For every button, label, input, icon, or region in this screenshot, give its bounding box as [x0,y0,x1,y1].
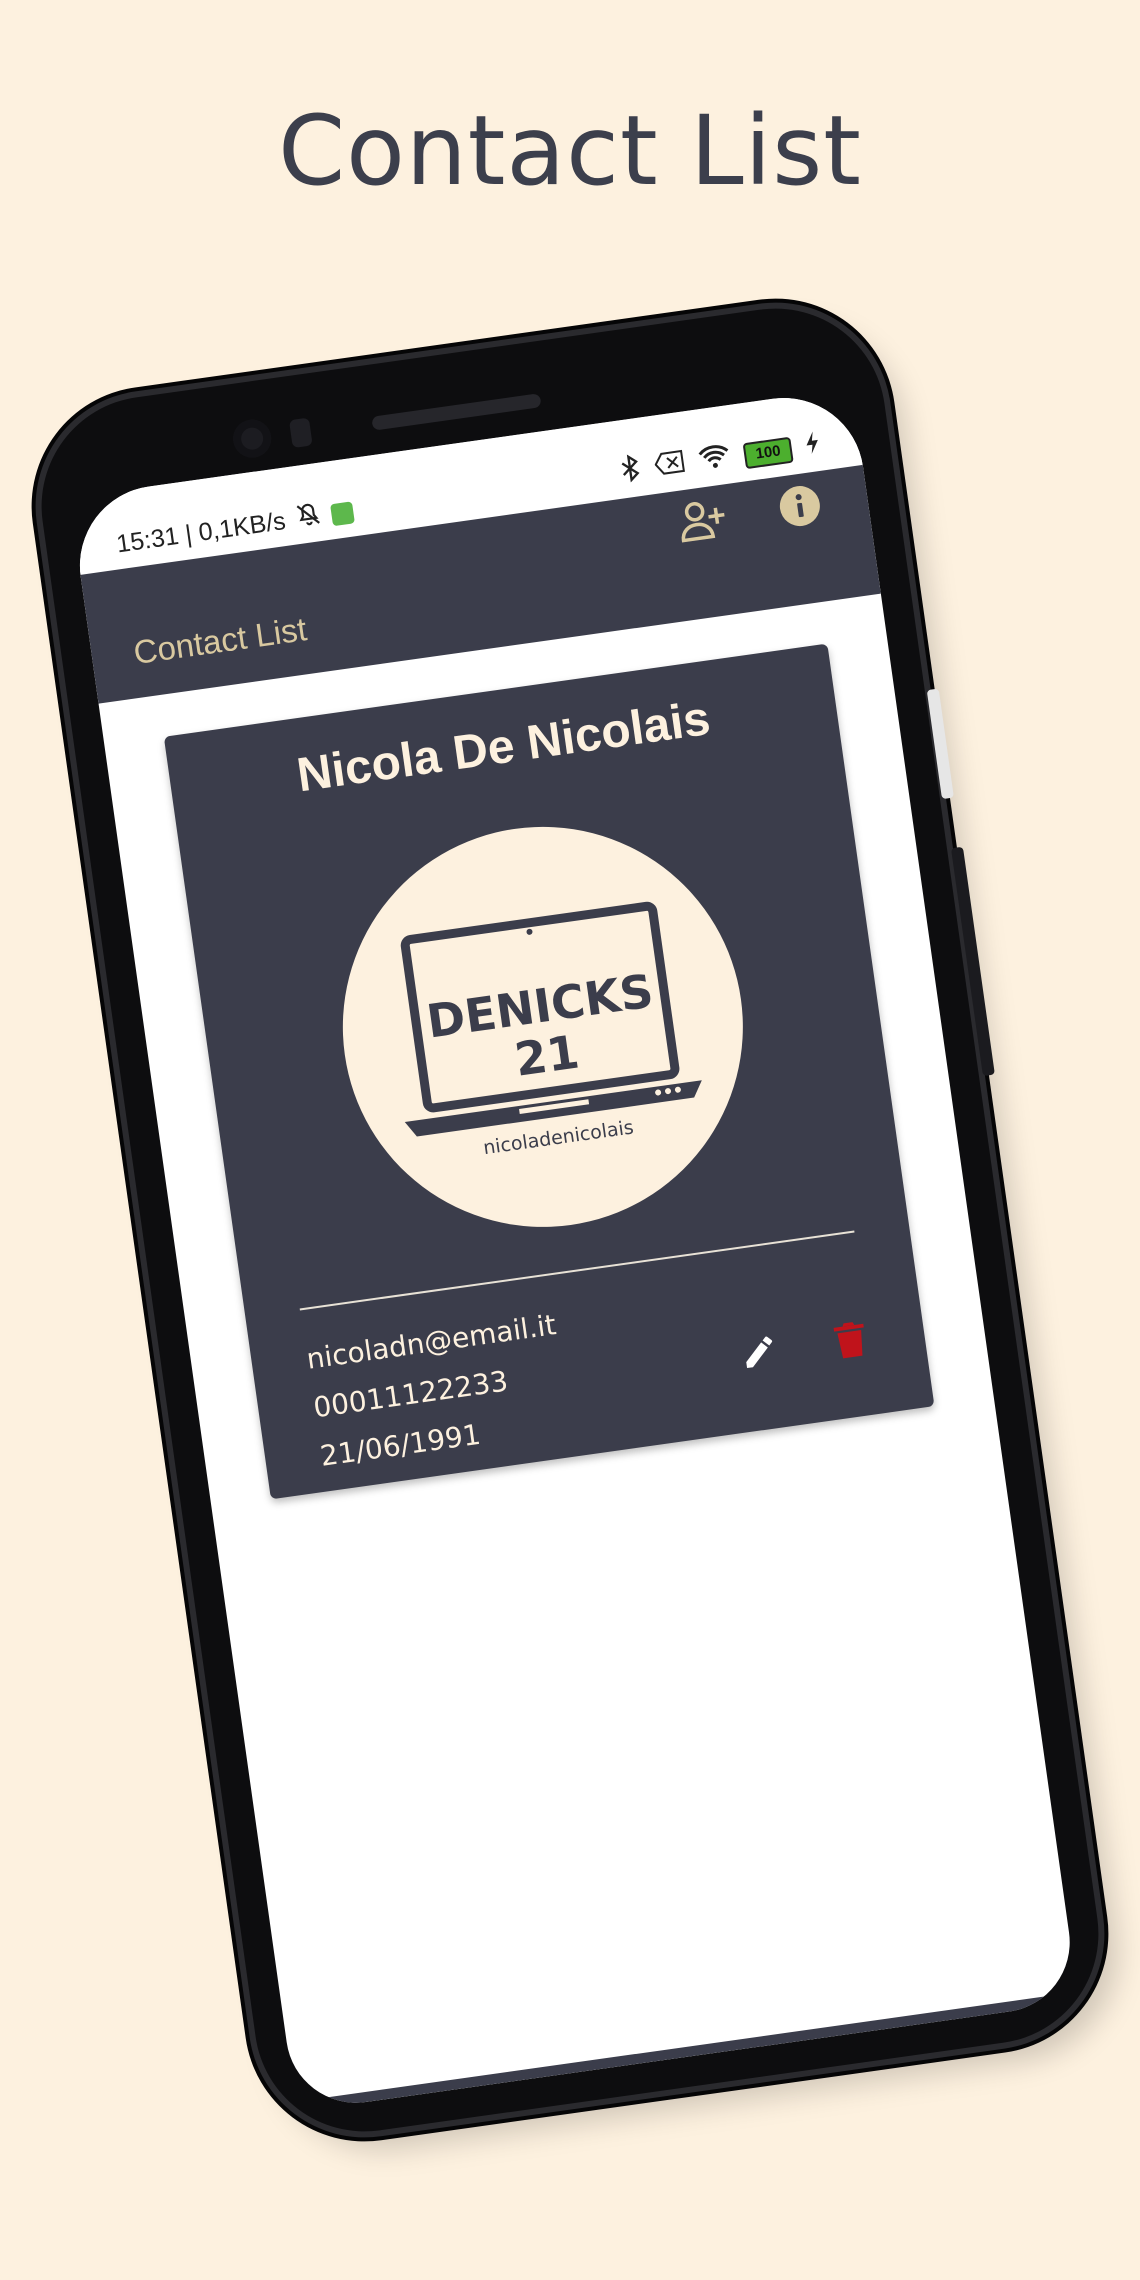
bluetooth-icon [617,453,644,491]
edit-contact-button[interactable] [732,1327,786,1381]
volume-button [950,846,995,1077]
wifi-icon [696,441,732,478]
contact-card[interactable]: Nicola De Nicolais DENICKS 21 nicoladeni… [163,643,935,1500]
app-title: Contact List [131,610,309,672]
notification-app-icon [329,500,355,526]
trash-icon [830,1316,872,1366]
navigation-strip [295,1991,1079,2112]
add-contact-icon [676,496,730,547]
phone-screen: 15:31 | 0,1KB/s 100 Contact List Nicola … [69,387,1079,2112]
delete-contact-button[interactable] [823,1314,877,1368]
contact-name: Nicola De Nicolais [293,691,714,803]
no-sim-icon [653,449,687,484]
power-button [926,688,954,800]
phone-frame: 15:31 | 0,1KB/s 100 Contact List Nicola … [27,294,1113,2146]
pencil-icon [738,1330,782,1378]
earpiece [371,393,542,431]
info-icon [776,482,824,534]
battery-indicator: 100 [742,436,794,469]
charging-icon [804,430,822,463]
laptop-logo-icon: DENICKS 21 nicoladenicolais [400,901,702,1159]
proximity-sensor [288,417,313,449]
add-contact-button[interactable] [676,495,730,549]
promo-title: Contact List [278,95,862,207]
info-button[interactable] [773,481,827,535]
logo-line-2: 21 [511,1024,582,1086]
mute-icon [293,500,323,536]
contact-avatar: DENICKS 21 nicoladenicolais [316,801,769,1253]
front-camera [230,417,274,461]
